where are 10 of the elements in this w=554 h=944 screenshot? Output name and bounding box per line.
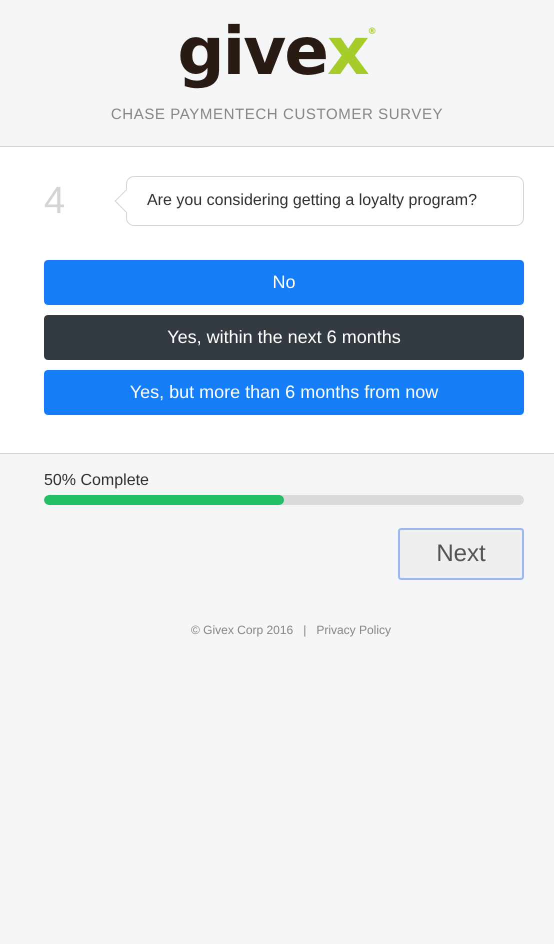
- answer-option[interactable]: No: [44, 260, 524, 305]
- footer-separator: |: [303, 623, 306, 637]
- progress-label: 50% Complete: [44, 472, 150, 490]
- logo: givex$^{®}$: [177, 14, 377, 90]
- answer-option[interactable]: Yes, but more than 6 months from now: [44, 370, 524, 415]
- answer-option[interactable]: Yes, within the next 6 months: [44, 315, 524, 360]
- privacy-policy-link[interactable]: Privacy Policy: [316, 623, 392, 637]
- survey-title: CHASE PAYMENTECH CUSTOMER SURVEY: [110, 106, 444, 123]
- next-button[interactable]: Next: [398, 528, 524, 580]
- copyright-text: © Givex Corp 2016: [190, 623, 294, 637]
